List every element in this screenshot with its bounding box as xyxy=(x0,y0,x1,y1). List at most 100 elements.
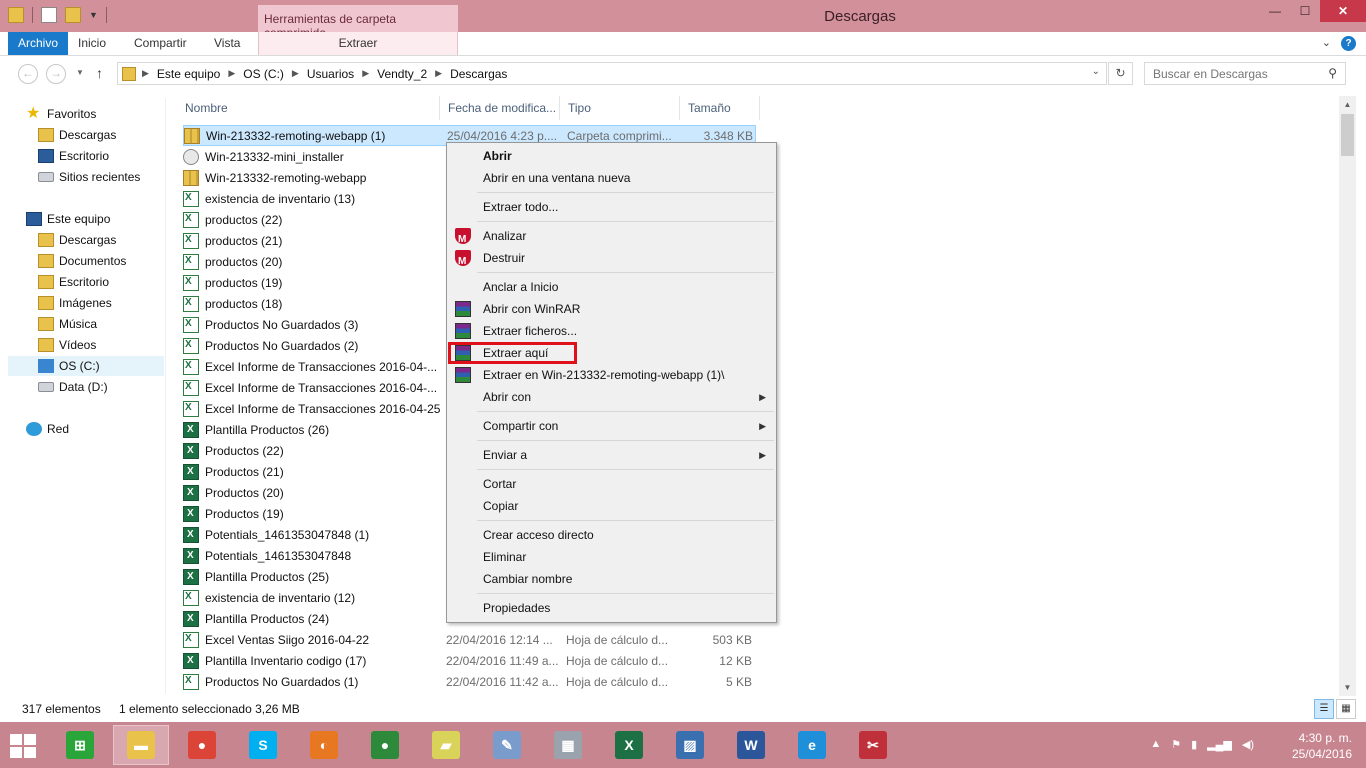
breadcrumb-vendty[interactable]: Vendty_2 xyxy=(377,67,427,81)
up-button[interactable]: ↑ xyxy=(96,65,103,81)
nav-pc-escritorio[interactable]: Escritorio xyxy=(38,272,109,292)
menu-item-cambiar-nombre[interactable]: Cambiar nombre xyxy=(449,568,774,590)
start-button[interactable] xyxy=(10,734,38,758)
menu-item-abrir[interactable]: Abrir xyxy=(449,145,774,167)
properties-icon[interactable] xyxy=(41,7,57,23)
maximize-button[interactable]: ☐ xyxy=(1290,0,1320,22)
breadcrumb-os-c[interactable]: OS (C:) xyxy=(243,67,284,81)
taskbar-calculator[interactable]: ▦ xyxy=(540,725,596,765)
show-hidden-icons-chevron-icon[interactable]: ▲ xyxy=(1150,738,1161,751)
breadcrumb-descargas[interactable]: Descargas xyxy=(450,67,507,81)
nav-fav-descargas[interactable]: Descargas xyxy=(38,125,116,145)
breadcrumb-separator-icon[interactable]: ▶ xyxy=(362,68,369,79)
search-box[interactable]: ⚲ xyxy=(1144,62,1346,85)
menu-item-propiedades[interactable]: Propiedades xyxy=(449,597,774,619)
nav-pc-musica[interactable]: Música xyxy=(38,314,97,334)
column-header-date[interactable]: Fecha de modifica... xyxy=(440,96,560,120)
minimize-button[interactable]: — xyxy=(1260,0,1290,22)
search-icon[interactable]: ⚲ xyxy=(1328,66,1337,80)
folder-properties-icon[interactable] xyxy=(8,7,24,23)
menu-item-analizar[interactable]: Analizar xyxy=(449,225,774,251)
taskbar-paint[interactable]: ✎ xyxy=(479,725,535,765)
breadcrumb-este-equipo[interactable]: Este equipo xyxy=(157,67,220,81)
table-row[interactable]: Excel Ventas Siigo 2016-04-22 22/04/2016 … xyxy=(183,629,756,650)
scroll-up-icon[interactable]: ▲ xyxy=(1339,96,1356,113)
details-view-icon[interactable]: ☰ xyxy=(1314,699,1334,719)
recent-locations-chevron-icon[interactable]: ▼ xyxy=(76,68,84,77)
table-row[interactable]: Productos No Guardados (1) 22/04/2016 11:… xyxy=(183,671,756,692)
menu-item-cortar[interactable]: Cortar xyxy=(449,473,774,495)
address-history-chevron-icon[interactable]: ⌄ xyxy=(1092,66,1100,77)
refresh-button[interactable]: ↻ xyxy=(1108,62,1133,85)
column-header-size[interactable]: Tamaño xyxy=(680,96,760,120)
menu-item-extraer-ficheros[interactable]: Extraer ficheros... xyxy=(449,320,774,342)
nav-pc-documentos[interactable]: Documentos xyxy=(38,251,126,271)
tab-inicio[interactable]: Inicio xyxy=(66,32,118,55)
menu-item-enviar-a[interactable]: Enviar a ▶ xyxy=(449,444,774,466)
tab-extraer[interactable]: Extraer xyxy=(258,32,458,55)
battery-icon[interactable]: ▮ xyxy=(1191,738,1197,751)
menu-item-destruir[interactable]: Destruir xyxy=(449,247,774,273)
breadcrumb-separator-icon[interactable]: ▶ xyxy=(435,68,442,79)
address-bar[interactable]: ▶ Este equipo ▶ OS (C:) ▶ Usuarios ▶ Ven… xyxy=(117,62,1107,85)
menu-item-eliminar[interactable]: Eliminar xyxy=(449,546,774,568)
large-icons-view-icon[interactable]: ▦ xyxy=(1336,699,1356,719)
network-tray-icon[interactable]: ▂▄▆ xyxy=(1207,738,1232,751)
scroll-thumb[interactable] xyxy=(1341,114,1354,156)
menu-item-anclar-a-inicio[interactable]: Anclar a Inicio xyxy=(449,276,774,298)
new-folder-icon[interactable] xyxy=(65,7,81,23)
taskbar-snipping-tool[interactable]: ✂ xyxy=(845,725,901,765)
nav-favoritos[interactable]: ★ Favoritos xyxy=(26,104,96,124)
forward-button[interactable]: → xyxy=(46,64,66,84)
nav-pc-os-c[interactable]: OS (C:) xyxy=(8,356,164,376)
nav-fav-escritorio[interactable]: Escritorio xyxy=(38,146,109,166)
vertical-scrollbar[interactable]: ▲ ▼ xyxy=(1339,96,1356,696)
column-header-type[interactable]: Tipo xyxy=(560,96,680,120)
taskbar-word[interactable]: W xyxy=(723,725,779,765)
taskbar-internet-explorer[interactable]: e xyxy=(784,725,840,765)
search-input[interactable] xyxy=(1145,63,1315,84)
breadcrumb-usuarios[interactable]: Usuarios xyxy=(307,67,354,81)
menu-item-compartir-con[interactable]: Compartir con ▶ xyxy=(449,415,774,437)
menu-item-abrir-con[interactable]: Abrir con ▶ xyxy=(449,386,774,408)
nav-pc-descargas[interactable]: Descargas xyxy=(38,230,116,250)
scroll-down-icon[interactable]: ▼ xyxy=(1339,679,1356,696)
nav-pc-data-d[interactable]: Data (D:) xyxy=(38,377,108,397)
taskbar-maps-pin[interactable]: ● xyxy=(357,725,413,765)
taskbar-photos[interactable]: ▨ xyxy=(662,725,718,765)
taskbar-excel[interactable]: X xyxy=(601,725,657,765)
menu-item-abrir-con-winrar[interactable]: Abrir con WinRAR xyxy=(449,298,774,320)
taskbar-skype[interactable]: S xyxy=(235,725,291,765)
taskbar-file-explorer[interactable]: ▬ xyxy=(113,725,169,765)
nav-pc-imagenes[interactable]: Imágenes xyxy=(38,293,112,313)
taskbar-store[interactable]: ⊞ xyxy=(52,725,108,765)
action-center-flag-icon[interactable]: ⚑ xyxy=(1171,738,1181,751)
help-icon[interactable]: ? xyxy=(1341,36,1356,51)
clock[interactable]: 4:30 p. m. 25/04/2016 xyxy=(1262,730,1352,762)
back-button[interactable]: ← xyxy=(18,64,38,84)
breadcrumb-separator-icon[interactable]: ▶ xyxy=(142,68,149,79)
nav-este-equipo[interactable]: Este equipo xyxy=(26,209,110,229)
breadcrumb-separator-icon[interactable]: ▶ xyxy=(292,68,299,79)
taskbar-app-orange[interactable]: ◐ xyxy=(296,725,352,765)
taskbar-chrome[interactable]: ● xyxy=(174,725,230,765)
volume-icon[interactable]: ◀) xyxy=(1242,738,1254,751)
nav-red[interactable]: Red xyxy=(26,419,69,439)
close-button[interactable]: ✕ xyxy=(1320,0,1366,22)
menu-item-abrir-en-una-ventana-nueva[interactable]: Abrir en una ventana nueva xyxy=(449,167,774,189)
table-row[interactable]: Plantilla Inventario codigo (17) 22/04/20… xyxy=(183,650,756,671)
nav-fav-sitios-recientes[interactable]: Sitios recientes xyxy=(38,167,140,187)
menu-item-extraer-en-win-213332-remoting-webapp-1[interactable]: Extraer en Win-213332-remoting-webapp (1… xyxy=(449,364,774,386)
tab-archivo[interactable]: Archivo xyxy=(8,32,69,55)
menu-item-copiar[interactable]: Copiar xyxy=(449,495,774,517)
menu-item-extraer-todo[interactable]: Extraer todo... xyxy=(449,196,774,218)
ribbon-expand-chevron-icon[interactable]: ⌄ xyxy=(1322,36,1331,51)
column-header-name[interactable]: Nombre xyxy=(177,96,440,120)
customize-toolbar-chevron-icon[interactable]: ▼ xyxy=(89,10,98,20)
taskbar-sticky-notes[interactable]: ▰ xyxy=(418,725,474,765)
tab-vista[interactable]: Vista xyxy=(202,32,252,55)
tab-compartir[interactable]: Compartir xyxy=(122,32,199,55)
menu-item-crear-acceso-directo[interactable]: Crear acceso directo xyxy=(449,524,774,546)
nav-pc-videos[interactable]: Vídeos xyxy=(38,335,96,355)
breadcrumb-separator-icon[interactable]: ▶ xyxy=(228,68,235,79)
